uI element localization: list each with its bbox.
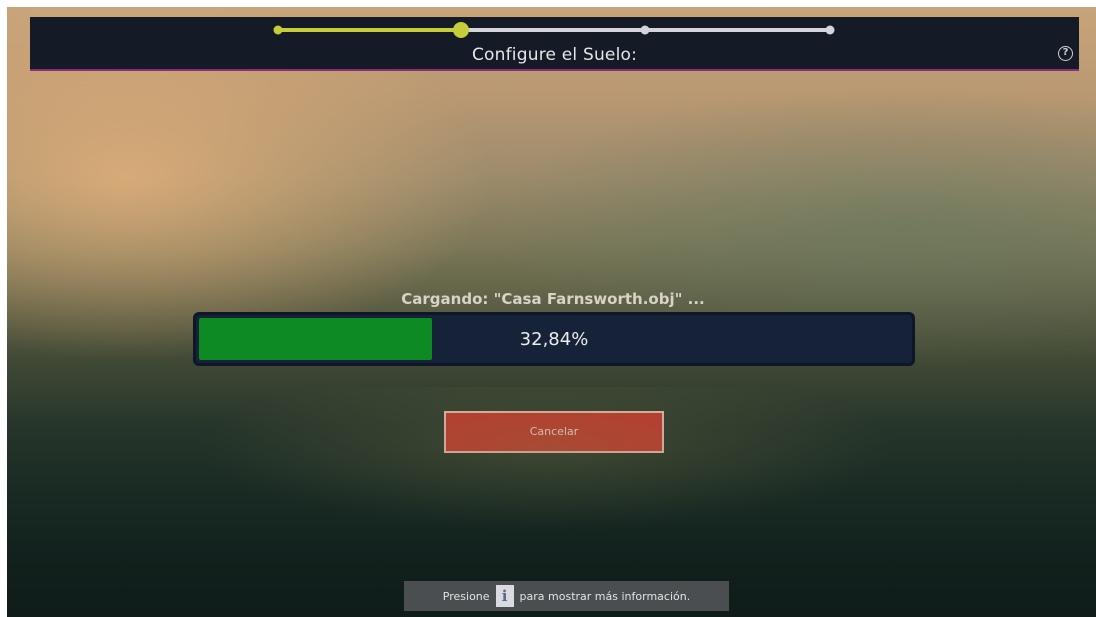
info-key-icon: i [495, 585, 514, 607]
step-progress [273, 22, 835, 38]
step-dot-4 [825, 25, 835, 35]
cancel-button[interactable]: Cancelar [444, 411, 664, 453]
step-dot-1 [273, 25, 283, 35]
page-title: Configure el Suelo: [471, 45, 638, 65]
hint-text-after: para mostrar más información. [519, 589, 691, 603]
progress-percentage: 32,84% [519, 329, 589, 350]
app-screen: Configure el Suelo: ? Cargando: "Casa Fa… [7, 7, 1096, 617]
step-dot-2-current [453, 22, 469, 38]
info-hint: Presione i para mostrar más información. [404, 581, 729, 611]
header-bar: Configure el Suelo: ? [30, 17, 1079, 71]
step-dot-3 [640, 25, 650, 35]
hint-text-before: Presione [442, 589, 490, 603]
question-icon[interactable]: ? [1058, 46, 1073, 61]
progress-bar: 32,84% [193, 312, 915, 366]
loading-label: Cargando: "Casa Farnsworth.obj" ... [401, 290, 705, 308]
